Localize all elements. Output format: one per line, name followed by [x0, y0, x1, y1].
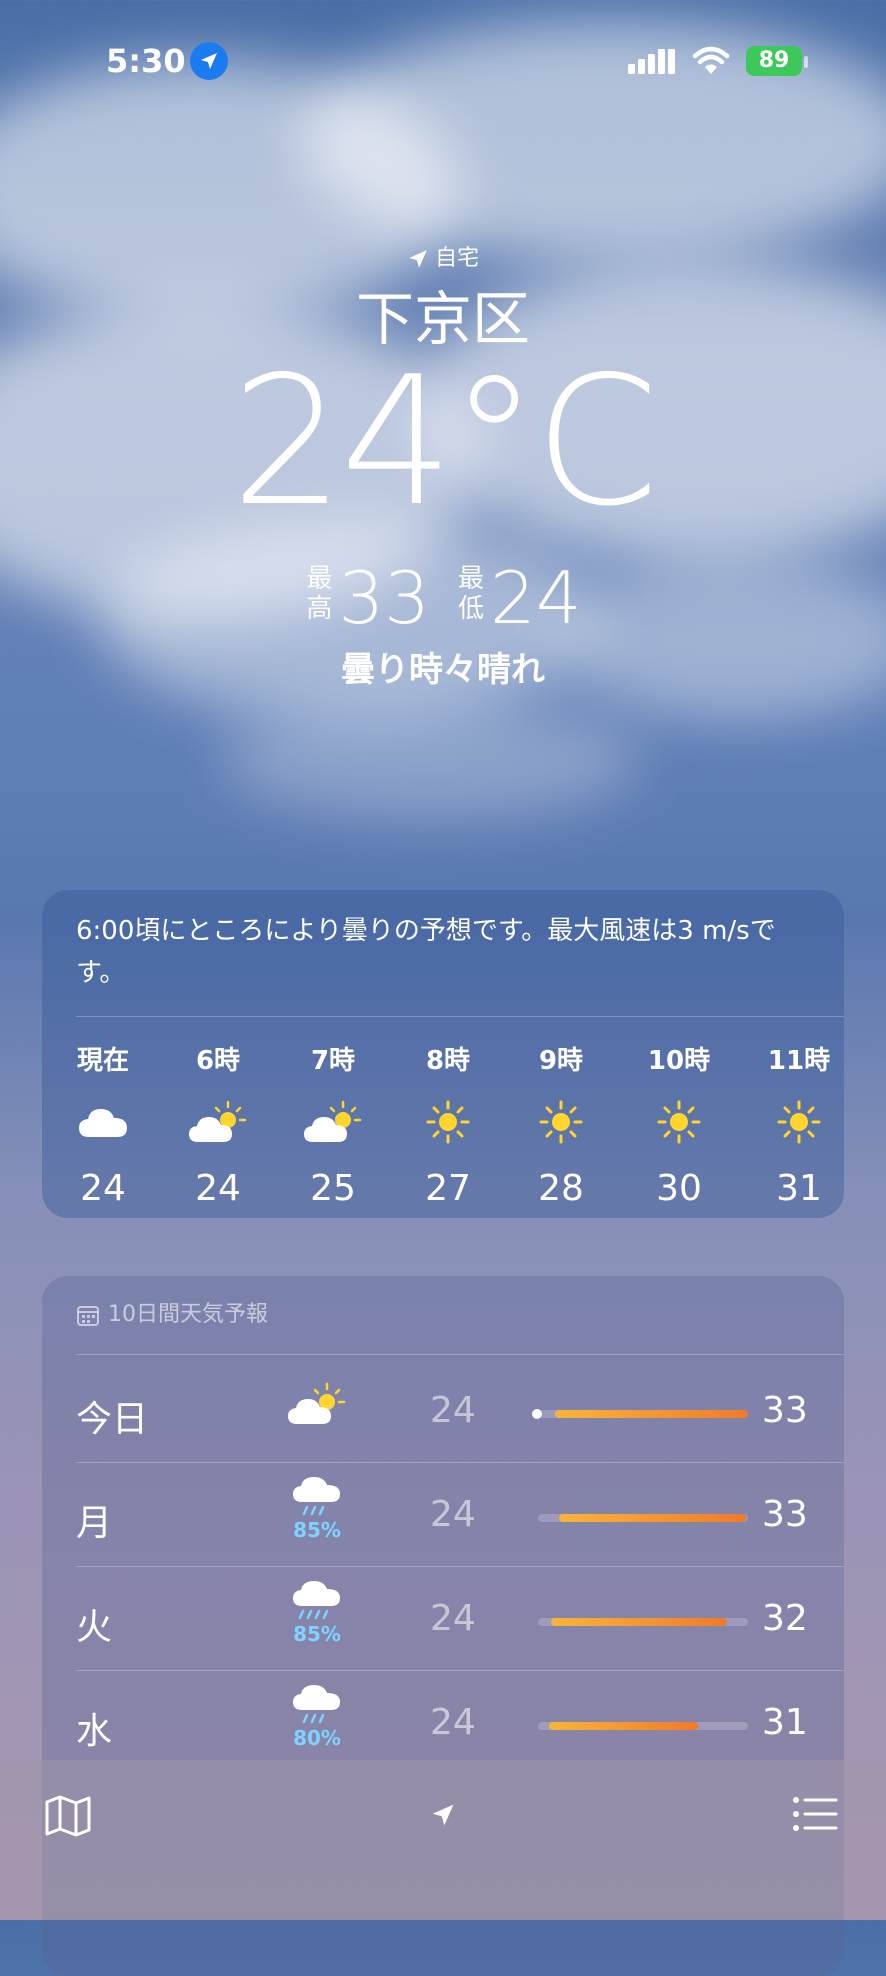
rain-cloud-icon: 85% [282, 1474, 352, 1542]
location-arrow-icon [409, 250, 427, 268]
location-arrow-icon [190, 42, 228, 80]
temperature-range-bar [532, 1409, 748, 1419]
location-arrow-icon[interactable] [430, 1802, 456, 1828]
partly-sunny-icon [288, 1094, 378, 1150]
map-icon[interactable] [44, 1794, 92, 1838]
hour-label: 現在 [76, 1046, 129, 1076]
low-temp: 24 [490, 556, 582, 640]
day-high-temp: 33 [762, 1390, 808, 1431]
hour-temp: 25 [310, 1168, 356, 1209]
precip-chance: 80% [293, 1726, 341, 1750]
hour-temp: 24 [195, 1168, 241, 1209]
hour-label: 6時 [195, 1046, 241, 1076]
current-temp-dot [532, 1409, 542, 1419]
hour-label: 9時 [538, 1046, 584, 1076]
high-temp: 33 [338, 556, 430, 640]
sun-icon [403, 1094, 493, 1150]
hour-label: 8時 [425, 1046, 471, 1076]
day-high-temp: 31 [762, 1702, 808, 1743]
status-time: 5:30 [106, 42, 186, 80]
day-label: 月 [76, 1503, 113, 1544]
forecast-title: 10日間天気予報 [108, 1302, 268, 1327]
hour-item: 8時 27 [403, 1040, 493, 1209]
high-label: 最高 [306, 564, 333, 624]
sun-icon [754, 1094, 844, 1150]
day-low-temp: 24 [430, 1598, 476, 1639]
hour-temp: 28 [538, 1168, 584, 1209]
day-label: 火 [76, 1607, 113, 1648]
hour-item: 6時 24 [173, 1040, 263, 1209]
divider [76, 1354, 844, 1355]
wifi-icon [692, 46, 730, 74]
precip-chance: 85% [293, 1622, 341, 1646]
forecast-header: 10日間天気予報 [76, 1296, 268, 1328]
hour-label: 10時 [647, 1046, 711, 1076]
rain-cloud-icon: 85% [282, 1578, 352, 1646]
sun-icon [516, 1094, 606, 1150]
status-bar: 5:30 89 [0, 40, 886, 84]
hour-item: 7時 25 [288, 1040, 378, 1209]
divider [76, 1462, 844, 1463]
range-fill [548, 1722, 698, 1730]
signal-icon [628, 49, 675, 74]
calendar-icon [77, 1306, 99, 1326]
hourly-summary: 6:00頃にところにより曇りの予想です。最大風速は3 m/sです。 [76, 916, 776, 988]
low-label: 最低 [457, 564, 484, 624]
temperature-range-bar [538, 1722, 748, 1730]
day-low-temp: 24 [430, 1390, 476, 1431]
hour-temp: 24 [80, 1168, 126, 1209]
hour-label: 7時 [310, 1046, 356, 1076]
range-fill [554, 1410, 748, 1418]
hour-item: 現在 24 [58, 1040, 148, 1209]
hour-item: 10時 30 [634, 1040, 724, 1209]
day-label: 今日 [76, 1399, 149, 1440]
forecast-row[interactable]: 月 85% 24 33 [42, 1464, 844, 1568]
condition-text: 曇り時々晴れ [341, 650, 545, 690]
home-location-label: 自宅 [0, 240, 886, 272]
divider [76, 1670, 844, 1671]
bottom-toolbar [0, 1760, 886, 1920]
battery-indicator: 89 [746, 46, 802, 76]
hourly-forecast-card[interactable]: 6:00頃にところにより曇りの予想です。最大風速は3 m/sです。 現在 24 … [42, 890, 844, 1218]
divider [76, 1016, 844, 1017]
precip-chance: 85% [293, 1518, 341, 1542]
range-fill [550, 1618, 727, 1626]
rain-cloud-icon: 80% [282, 1682, 352, 1750]
forecast-row[interactable]: 火 85% 24 32 [42, 1568, 844, 1672]
hour-item: 9時 28 [516, 1040, 606, 1209]
cloud-icon [58, 1094, 148, 1150]
hour-temp: 31 [776, 1168, 822, 1209]
temperature-range-bar [538, 1514, 748, 1522]
high-low-temperature: 最高33 最低24 [0, 556, 886, 640]
home-label-text: 自宅 [434, 246, 479, 271]
hour-temp: 30 [656, 1168, 702, 1209]
divider [76, 1566, 844, 1567]
forecast-row[interactable]: 今日 24 33 [42, 1360, 844, 1464]
partly-sunny-icon [173, 1094, 263, 1150]
hour-label: 11時 [767, 1046, 831, 1076]
partly-sunny-icon [282, 1382, 352, 1430]
day-low-temp: 24 [430, 1702, 476, 1743]
day-high-temp: 32 [762, 1598, 808, 1639]
hour-temp: 27 [425, 1168, 471, 1209]
sun-icon [634, 1094, 724, 1150]
hour-item: 11時 31 [754, 1040, 844, 1209]
temperature-range-bar [538, 1618, 748, 1626]
range-fill [559, 1514, 746, 1522]
current-temperature: 24°C [231, 338, 659, 545]
list-icon[interactable] [792, 1794, 838, 1834]
day-high-temp: 33 [762, 1494, 808, 1535]
day-label: 水 [76, 1711, 113, 1752]
battery-tip [804, 56, 808, 68]
day-low-temp: 24 [430, 1494, 476, 1535]
